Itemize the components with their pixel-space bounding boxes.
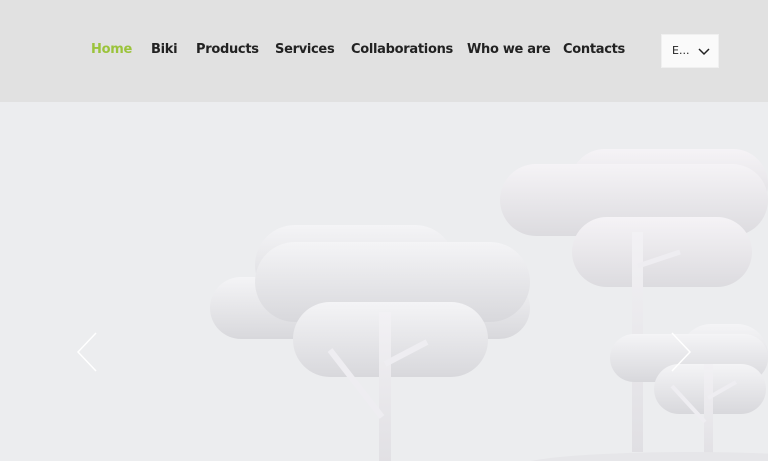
slider-next-button[interactable] <box>668 330 694 374</box>
nav-item-products[interactable]: Products <box>196 41 259 59</box>
site-header: Home Biki Products Services Collaboratio… <box>0 0 768 102</box>
nav-item-who-we-are[interactable]: Who we are <box>467 41 551 59</box>
slider-prev-button[interactable] <box>74 330 100 374</box>
nav-item-biki[interactable]: Biki <box>151 41 178 59</box>
nav-item-collaborations[interactable]: Collaborations <box>351 41 453 59</box>
chevron-down-icon <box>698 48 710 56</box>
nav-item-home[interactable]: Home <box>91 41 132 59</box>
chevron-right-icon <box>671 332 692 372</box>
language-value: E... <box>672 44 690 57</box>
nav-item-services[interactable]: Services <box>275 41 335 59</box>
language-select[interactable]: E... <box>661 34 719 68</box>
chevron-left-icon <box>76 332 97 372</box>
hero-slider <box>0 102 768 461</box>
nav-item-contacts[interactable]: Contacts <box>563 41 625 59</box>
tree-illustration <box>210 149 768 461</box>
main-nav: Home Biki Products Services Collaboratio… <box>0 0 768 102</box>
